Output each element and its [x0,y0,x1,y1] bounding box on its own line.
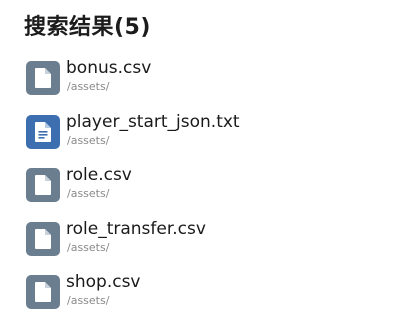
file-name: player_start_json.txt [66,111,240,132]
text-file-icon [26,114,60,149]
file-name: bonus.csv [66,58,152,78]
result-item-shop-csv[interactable]: shop.csv /assets/ [0,269,395,323]
file-icon [26,221,60,256]
result-item-role-transfer-csv[interactable]: role_transfer.csv /assets/ [0,216,395,270]
file-name: role.csv [66,165,132,185]
file-path: /assets/ [67,187,110,200]
file-name: role_transfer.csv [66,218,206,239]
file-path: /assets/ [67,80,110,93]
result-item-role-csv[interactable]: role.csv /assets/ [0,162,395,216]
file-icon [26,168,60,202]
search-results-list: bonus.csv /assets/ player_start_json.txt… [0,55,395,323]
file-icon [26,275,60,309]
search-results-title: 搜索结果(5) [24,15,151,40]
file-path: /assets/ [67,133,110,147]
file-path: /assets/ [67,240,110,254]
file-name: shop.csv [66,272,141,292]
result-item-bonus-csv[interactable]: bonus.csv /assets/ [0,55,395,109]
file-path: /assets/ [67,294,110,307]
result-item-player-start-json-txt[interactable]: player_start_json.txt /assets/ [0,109,395,163]
file-icon [26,61,60,95]
